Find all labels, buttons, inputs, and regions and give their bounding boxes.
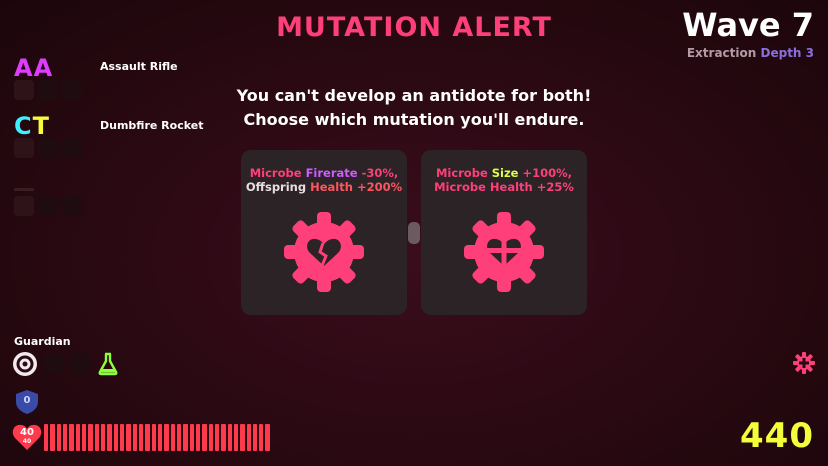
mod-slot <box>14 138 34 158</box>
health-tick <box>151 424 156 451</box>
health-tick <box>246 424 251 451</box>
weapon-mod-slots <box>14 138 82 158</box>
health-bar <box>44 424 270 451</box>
health-tick <box>138 424 144 451</box>
text-part: +100%, <box>522 166 573 180</box>
health-tick <box>202 424 207 451</box>
guardian-class-icon <box>13 352 37 376</box>
mod-slot <box>38 138 58 158</box>
health-readout: 40 40 <box>12 428 42 446</box>
health-tick <box>208 424 213 451</box>
option-description: Microbe Firerate -30%, Offspring Health … <box>241 166 407 194</box>
health-tick <box>88 424 93 451</box>
wave-counter: Wave 7 <box>682 6 814 44</box>
health-tick <box>227 424 232 451</box>
text-part: Microbe Health <box>434 180 533 194</box>
flask-icon <box>98 352 118 376</box>
health-tick <box>233 424 239 451</box>
divider-knob <box>408 222 420 244</box>
health-tick <box>119 424 125 451</box>
mod-slot <box>38 196 58 216</box>
microbe-indicator-icon <box>793 352 815 374</box>
text-part: Size <box>491 166 519 180</box>
health-tick <box>100 424 106 451</box>
cross-heart-gear-icon <box>464 212 544 292</box>
weapon-code: AA <box>14 54 54 82</box>
mode-label: Extraction <box>686 46 757 60</box>
health-tick <box>62 424 68 451</box>
score-counter: 440 <box>740 416 814 456</box>
health-current: 40 <box>20 427 34 438</box>
health-tick <box>221 424 226 451</box>
shield-value: 0 <box>23 395 31 406</box>
health-tick <box>157 424 163 451</box>
health-tick <box>113 424 118 451</box>
mutation-option-1[interactable]: Microbe Firerate -30%, Offspring Health … <box>241 150 407 315</box>
health-tick <box>170 424 175 451</box>
weapon-name: Assault Rifle <box>100 60 178 73</box>
health-tick <box>145 424 150 451</box>
prompt-line-1: You can't develop an antidote for both! <box>236 86 592 105</box>
health-tick <box>94 424 99 451</box>
health-tick <box>252 424 258 451</box>
health-tick <box>75 424 80 451</box>
weapon-slot-1: AA <box>14 54 53 82</box>
text-part: Microbe <box>435 166 488 180</box>
text-part: Firerate <box>305 166 358 180</box>
health-tick <box>259 424 264 451</box>
ability-slot <box>70 354 90 374</box>
text-part: Health <box>310 180 353 194</box>
player-class: Guardian <box>14 335 71 348</box>
health-tick <box>56 424 61 451</box>
extraction-depth: Extraction Depth 3 <box>687 46 814 60</box>
text-part: +200% <box>356 180 403 194</box>
mod-slot <box>14 196 34 216</box>
ability-slot <box>44 354 64 374</box>
broken-heart-gear-icon <box>284 212 364 292</box>
health-tick <box>164 424 169 451</box>
health-tick <box>44 424 49 451</box>
health-tick <box>214 424 220 451</box>
health-tick <box>265 424 270 451</box>
health-tick <box>107 424 112 451</box>
health-tick <box>176 424 182 451</box>
weapon-mod-slots <box>14 196 82 216</box>
health-tick <box>195 424 201 451</box>
text-part: Microbe <box>249 166 302 180</box>
health-tick <box>81 424 87 451</box>
mutation-option-2[interactable]: Microbe Size +100%, Microbe Health +25% <box>421 150 587 315</box>
text-part: -30%, <box>361 166 399 180</box>
health-tick <box>183 424 188 451</box>
mutation-prompt: You can't develop an antidote for both! … <box>0 84 828 132</box>
health-tick <box>240 424 245 451</box>
health-tick <box>50 424 55 451</box>
mod-slot <box>62 138 82 158</box>
mod-slot <box>62 196 82 216</box>
health-tick <box>69 424 74 451</box>
text-part: Offspring <box>245 180 307 194</box>
health-tick <box>126 424 131 451</box>
health-max: 40 <box>22 438 32 445</box>
text-part: +25% <box>536 180 574 194</box>
option-description: Microbe Size +100%, Microbe Health +25% <box>421 166 587 194</box>
depth-label: Depth 3 <box>760 46 815 60</box>
health-tick <box>189 424 194 451</box>
weapon-slot-3-marker <box>14 188 34 191</box>
health-tick <box>132 424 137 451</box>
prompt-line-2: Choose which mutation you'll endure. <box>243 110 585 129</box>
